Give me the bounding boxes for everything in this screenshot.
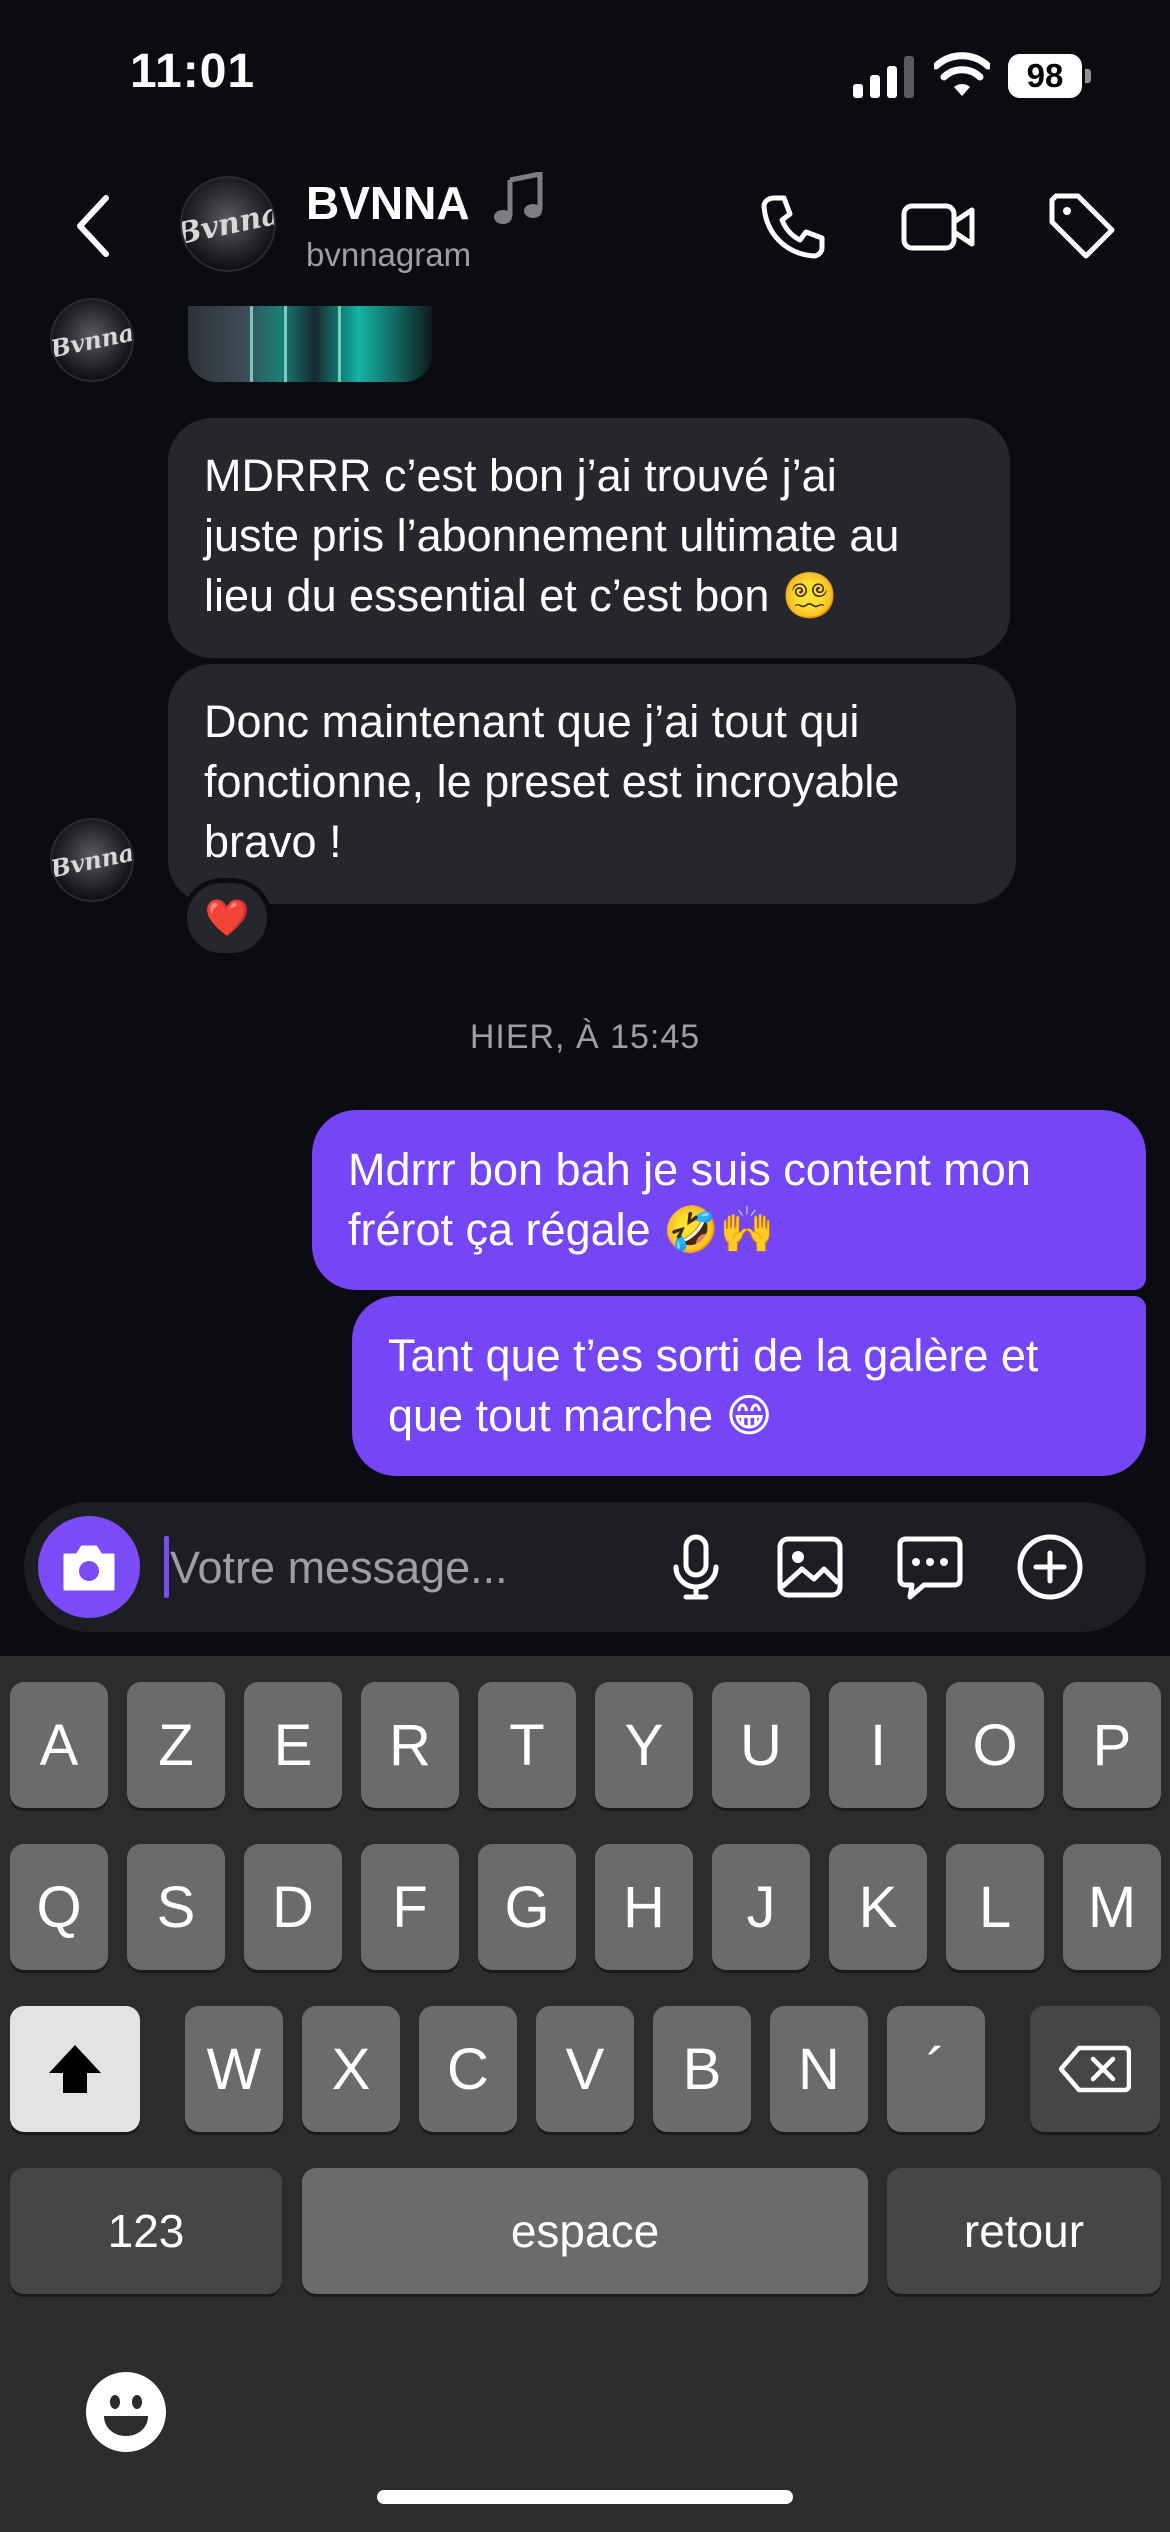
phone-icon[interactable] <box>752 186 832 266</box>
sticker-icon[interactable] <box>894 1531 966 1603</box>
date-separator: HIER, À 15:45 <box>469 1018 701 1056</box>
music-note-icon <box>494 172 543 224</box>
key-b[interactable]: B <box>653 2006 751 2132</box>
home-indicator[interactable] <box>377 2490 793 2504</box>
key-g[interactable]: G <box>478 1844 576 1970</box>
chevron-left-icon[interactable] <box>68 188 118 264</box>
key-y[interactable]: Y <box>595 1682 693 1808</box>
key-o[interactable]: O <box>946 1682 1044 1808</box>
key-p[interactable]: P <box>1063 1682 1161 1808</box>
delete-key[interactable] <box>1030 2006 1160 2132</box>
key-j[interactable]: J <box>712 1844 810 1970</box>
key-l[interactable]: L <box>946 1844 1044 1970</box>
outgoing-message[interactable]: Tant que t’es sorti de la galère et que … <box>352 1296 1146 1476</box>
key-x[interactable]: X <box>302 2006 400 2132</box>
avatar-logo: Bvnna <box>50 317 134 363</box>
avatar-logo: Bvnna <box>50 837 134 883</box>
tag-icon[interactable] <box>1042 186 1122 266</box>
smiley-icon <box>104 2395 148 2436</box>
shared-image-thumbnail[interactable] <box>188 306 432 382</box>
message-line: Donc maintenant que j’ai tout qui <box>204 696 860 747</box>
key-c[interactable]: C <box>419 2006 517 2132</box>
delete-icon <box>1059 2045 1131 2093</box>
key-n[interactable]: N <box>770 2006 868 2132</box>
microphone-icon[interactable] <box>660 1531 732 1603</box>
key-r[interactable]: R <box>361 1682 459 1808</box>
message-line: bravo ! <box>204 816 342 867</box>
shift-arrow-icon <box>49 2045 101 2093</box>
message-line: que tout marche 😁 <box>388 1390 773 1441</box>
avatar[interactable]: Bvnna <box>180 176 276 272</box>
message-line: Mdrrr bon bah je suis content mon <box>348 1144 1031 1195</box>
incoming-message[interactable]: MDRRR c’est bon j’ai trouvé j’ai juste p… <box>168 418 1010 658</box>
key-h[interactable]: H <box>595 1844 693 1970</box>
key-u[interactable]: U <box>712 1682 810 1808</box>
key-e[interactable]: E <box>244 1682 342 1808</box>
key-q[interactable]: Q <box>10 1844 108 1970</box>
return-key[interactable]: retour <box>887 2168 1161 2294</box>
avatar[interactable]: Bvnna <box>50 818 134 902</box>
battery-level: 98 <box>1008 54 1082 98</box>
message-line: lieu du essential et c’est bon 😵‍💫 <box>204 570 838 621</box>
message-line: frérot ça régale 🤣🙌 <box>348 1204 776 1255</box>
camera-button[interactable] <box>38 1516 140 1618</box>
video-camera-icon[interactable] <box>898 186 978 266</box>
key-a[interactable]: A <box>10 1682 108 1808</box>
key-i[interactable]: I <box>829 1682 927 1808</box>
gallery-icon[interactable] <box>774 1531 846 1603</box>
shift-key[interactable] <box>10 2006 140 2132</box>
message-line: Tant que t’es sorti de la galère et <box>388 1330 1039 1381</box>
key-f[interactable]: F <box>361 1844 459 1970</box>
numbers-key[interactable]: 123 <box>10 2168 282 2294</box>
avatar[interactable]: Bvnna <box>50 298 134 382</box>
outgoing-message[interactable]: Mdrrr bon bah je suis content mon frérot… <box>312 1110 1146 1290</box>
contact-handle: bvnnagram <box>306 236 472 273</box>
key-k[interactable]: K <box>829 1844 927 1970</box>
key-w[interactable]: W <box>185 2006 283 2132</box>
status-time: 11:01 <box>130 45 256 98</box>
key-acute-accent[interactable]: ´ <box>887 2006 985 2132</box>
message-line: fonctionne, le preset est incroyable <box>204 756 900 807</box>
key-v[interactable]: V <box>536 2006 634 2132</box>
incoming-message[interactable]: Donc maintenant que j’ai tout qui foncti… <box>168 664 1016 904</box>
emoji-keyboard-button[interactable] <box>86 2372 166 2452</box>
avatar-logo: Bvnna <box>180 195 276 253</box>
message-line: juste pris l’abonnement ultimate au <box>204 510 900 561</box>
message-input[interactable] <box>164 1526 650 1610</box>
key-z[interactable]: Z <box>127 1682 225 1808</box>
key-s[interactable]: S <box>127 1844 225 1970</box>
key-m[interactable]: M <box>1063 1844 1161 1970</box>
space-key[interactable]: espace <box>302 2168 868 2294</box>
key-t[interactable]: T <box>478 1682 576 1808</box>
battery-indicator: 98 <box>1008 54 1092 100</box>
wifi-icon <box>934 52 990 96</box>
key-d[interactable]: D <box>244 1844 342 1970</box>
cellular-signal-icon <box>853 56 914 98</box>
heart-reaction[interactable]: ❤️ <box>182 878 272 958</box>
camera-icon <box>63 1545 115 1591</box>
message-line: MDRRR c’est bon j’ai trouvé j’ai <box>204 450 837 501</box>
plus-circle-icon[interactable] <box>1014 1531 1086 1603</box>
contact-name[interactable]: BVNNA <box>306 176 470 230</box>
chat-header <box>0 160 1170 306</box>
